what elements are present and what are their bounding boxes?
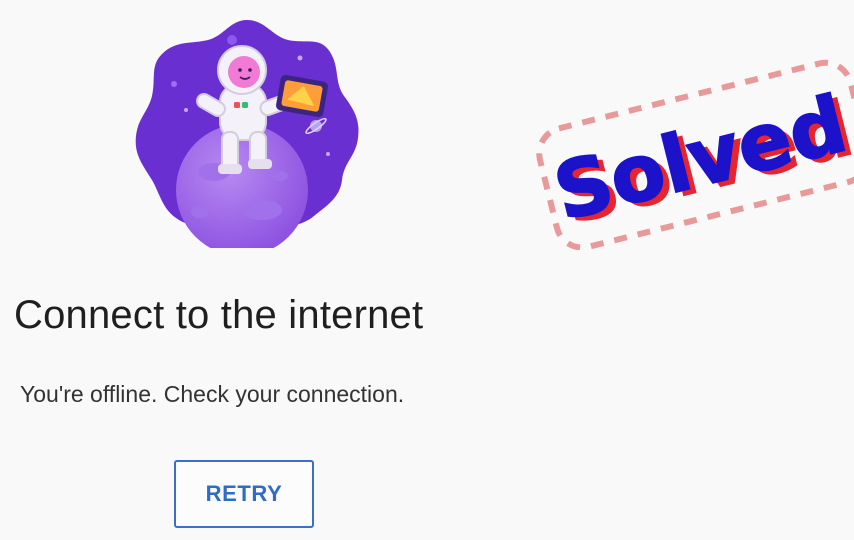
page-title: Connect to the internet <box>14 293 424 337</box>
astronaut-icon <box>135 20 359 256</box>
offline-message: You're offline. Check your connection. <box>20 381 405 407</box>
stamp-badge-icon: Solved Solved <box>536 59 854 251</box>
astronaut-planet-illustration <box>130 14 364 256</box>
retry-button[interactable]: RETRY <box>174 460 314 528</box>
solved-stamp: Solved Solved <box>525 40 854 251</box>
stamp-text: Solved <box>546 80 854 239</box>
